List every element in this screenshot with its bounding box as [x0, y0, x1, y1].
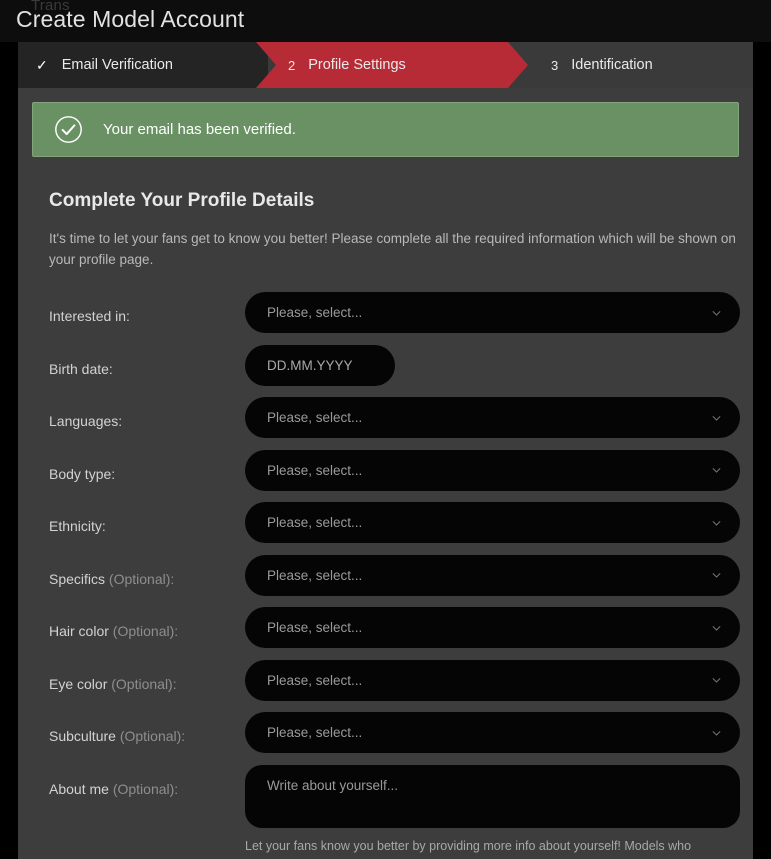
textarea-placeholder: Write about yourself... [267, 777, 399, 793]
ethnicity-select[interactable]: Please, select... [245, 502, 740, 543]
step-identification[interactable]: 3 Identification [508, 42, 753, 88]
field-label: Subculture (Optional): [32, 712, 245, 743]
select-value: Please, select... [267, 410, 363, 425]
step-label: Identification [571, 57, 653, 73]
field-label: Eye color (Optional): [32, 660, 245, 691]
languages-select[interactable]: Please, select... [245, 397, 740, 438]
optional-tag: (Optional): [108, 570, 175, 587]
label-text: Ethnicity: [49, 518, 106, 534]
page-title: Create Model Account [16, 6, 245, 32]
field-row-specifics: Specifics (Optional): Please, select... [32, 554, 740, 608]
optional-tag: (Optional): [112, 623, 179, 639]
field-row-languages: Languages: Please, select... [32, 397, 740, 450]
field-label: About me (Optional): [32, 765, 245, 796]
optional-tag: (Optional): [112, 780, 179, 797]
field-label: Ethnicity: [32, 502, 245, 533]
hair-color-select[interactable]: Please, select... [245, 607, 740, 648]
chevron-down-icon [712, 572, 721, 578]
label-text: Interested in: [49, 308, 130, 324]
step-number: 2 [288, 57, 296, 73]
step-label: Email Verification [61, 57, 173, 73]
about-me-hint: Let your fans know you better by providi… [245, 838, 692, 853]
step-label: Profile Settings [308, 57, 406, 73]
optional-tag: (Optional): [111, 675, 177, 692]
interested-in-select[interactable]: Please, select... [245, 292, 740, 333]
field-row-birth-date: Birth date: DD.MM.YYYY [32, 344, 739, 398]
about-me-textarea[interactable]: Write about yourself... [245, 764, 740, 828]
label-text: Specifics [49, 570, 109, 587]
select-value: Please, select... [267, 515, 363, 530]
field-row-about-me: About me (Optional): Write about yoursel… [32, 764, 740, 855]
chevron-down-icon [712, 415, 721, 421]
chevron-down-icon [712, 625, 721, 631]
label-text: Languages: [49, 413, 123, 429]
label-text: Eye color [49, 675, 112, 692]
chevron-down-icon [712, 520, 721, 526]
input-placeholder: DD.MM.YYYY [267, 357, 353, 373]
eye-color-select[interactable]: Please, select... [245, 659, 740, 701]
select-value: Please, select... [267, 620, 363, 635]
step-profile-settings[interactable]: 2 Profile Settings [256, 42, 528, 88]
field-row-subculture: Subculture (Optional): Please, select... [32, 712, 740, 765]
optional-tag: (Optional): [119, 728, 186, 744]
select-value: Please, select... [267, 672, 363, 688]
field-label: Birth date: [32, 345, 245, 376]
field-label: Interested in: [32, 292, 245, 323]
signup-panel: ✓ Email Verification 2 Profile Settings … [18, 42, 753, 859]
section-title: Complete Your Profile Details [49, 190, 315, 211]
field-label: Body type: [32, 450, 245, 481]
field-row-hair-color: Hair color (Optional): Please, select... [32, 607, 740, 660]
select-value: Please, select... [267, 567, 363, 583]
step-number: 3 [551, 57, 559, 73]
panel-content: Your email has been verified. Complete Y… [18, 88, 753, 855]
label-text: Subculture [49, 728, 120, 744]
field-row-body-type: Body type: Please, select... [32, 449, 740, 503]
select-value: Please, select... [267, 305, 363, 320]
chevron-down-icon [712, 730, 721, 736]
field-label: Languages: [32, 397, 245, 428]
field-row-interested-in: Interested in: Please, select... [32, 292, 740, 345]
email-verified-alert: Your email has been verified. [32, 102, 739, 157]
section-description: It's time to let your fans get to know y… [49, 231, 736, 267]
chevron-down-icon [712, 677, 721, 683]
step-email-verification[interactable]: ✓ Email Verification [18, 42, 268, 88]
label-text: Hair color [49, 623, 113, 639]
label-text: Birth date: [49, 360, 113, 377]
select-value: Please, select... [267, 725, 363, 740]
specifics-select[interactable]: Please, select... [245, 554, 740, 596]
chevron-down-icon [712, 467, 721, 473]
field-row-ethnicity: Ethnicity: Please, select... [32, 502, 740, 555]
chevron-down-icon [712, 310, 721, 316]
select-value: Please, select... [267, 462, 363, 478]
field-label: Specifics (Optional): [32, 555, 245, 586]
window-header: Trans Create Model Account [0, 0, 771, 42]
body-type-select[interactable]: Please, select... [245, 449, 740, 491]
field-label: Hair color (Optional): [32, 607, 245, 638]
profile-form: Interested in: Please, select... Birth d… [32, 292, 740, 855]
step-indicator: ✓ Email Verification 2 Profile Settings … [18, 42, 753, 88]
label-text: About me [49, 780, 113, 797]
field-row-eye-color: Eye color (Optional): Please, select... [32, 659, 740, 713]
subculture-select[interactable]: Please, select... [245, 712, 740, 753]
label-text: Body type: [49, 465, 116, 482]
alert-message: Your email has been verified. [103, 121, 296, 138]
check-icon: ✓ [36, 57, 48, 73]
birth-date-input[interactable]: DD.MM.YYYY [245, 344, 395, 386]
circle-check-icon [55, 116, 82, 143]
